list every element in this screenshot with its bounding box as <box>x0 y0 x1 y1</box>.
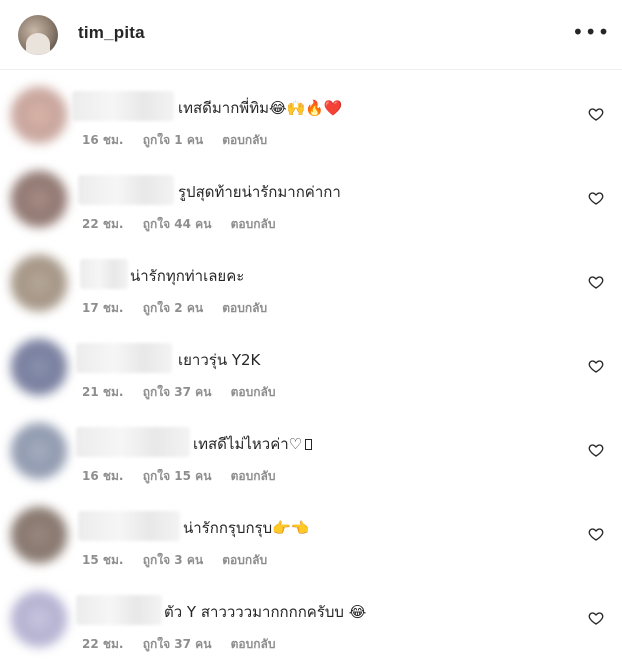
like-heart-icon[interactable] <box>588 442 604 458</box>
comment-likes[interactable]: ถูกใจ 15 คน <box>143 469 212 483</box>
comment-time[interactable]: 22 ชม. <box>82 217 124 231</box>
comment-likes[interactable]: ถูกใจ 3 คน <box>143 553 203 567</box>
commenter-avatar[interactable] <box>10 170 68 228</box>
comment-meta: 22 ชม. ถูกใจ 44 คน ตอบกลับ <box>82 215 290 234</box>
comment-text: ตัว Y สาววววมากกกกครับบ 😂 <box>164 600 366 624</box>
commenter-avatar[interactable] <box>10 506 68 564</box>
reply-button[interactable]: ตอบกลับ <box>222 301 267 315</box>
comment-time[interactable]: 21 ชม. <box>82 385 124 399</box>
comment-emojis: 😂 <box>348 603 367 621</box>
comment-body: เยาวรุ่น Y2K <box>178 351 261 369</box>
comment-text: น่ารักกรุบกรุบ👉👈 <box>183 516 310 540</box>
comment-meta: 22 ชม. ถูกใจ 37 คน ตอบกลับ <box>82 635 290 654</box>
commenter-avatar[interactable] <box>10 338 68 396</box>
comment-likes[interactable]: ถูกใจ 37 คน <box>143 637 212 651</box>
comment-time[interactable]: 15 ชม. <box>82 553 124 567</box>
comment-item: น่ารักกรุบกรุบ👉👈 15 ชม. ถูกใจ 3 คน ตอบกล… <box>0 500 622 583</box>
profile-username[interactable]: tim_pita <box>78 23 145 43</box>
commenter-avatar[interactable] <box>10 86 68 144</box>
reply-button[interactable]: ตอบกลับ <box>231 637 276 651</box>
comment-body: น่ารักทุกท่าเลยคะ <box>130 267 245 285</box>
commenter-avatar[interactable] <box>10 422 68 480</box>
comment-emojis: ♡ <box>288 435 303 453</box>
comment-item: เทสดีมากพี่ทิม😂🙌🔥❤️ 16 ชม. ถูกใจ 1 คน ตอ… <box>0 80 622 163</box>
like-heart-icon[interactable] <box>588 106 604 122</box>
like-heart-icon[interactable] <box>588 526 604 542</box>
comment-text: เยาวรุ่น Y2K <box>178 348 260 372</box>
comment-item: เยาวรุ่น Y2K 21 ชม. ถูกใจ 37 คน ตอบกลับ <box>0 332 622 415</box>
like-heart-icon[interactable] <box>588 358 604 374</box>
comment-time[interactable]: 22 ชม. <box>82 637 124 651</box>
comment-likes[interactable]: ถูกใจ 44 คน <box>143 217 212 231</box>
comment-body: น่ารักกรุบกรุบ <box>183 519 273 537</box>
comment-meta: 21 ชม. ถูกใจ 37 คน ตอบกลับ <box>82 383 290 402</box>
comment-meta: 17 ชม. ถูกใจ 2 คน ตอบกลับ <box>82 299 282 318</box>
comment-time[interactable]: 17 ชม. <box>82 301 124 315</box>
comment-emojis: 😂🙌🔥❤️ <box>268 99 343 117</box>
comment-text: เทสดีไม่ไหวค่า♡ <box>193 432 313 456</box>
missing-glyph-box <box>305 439 313 450</box>
comment-body: เทสดีไม่ไหวค่า <box>193 435 289 453</box>
commenter-username-blurred[interactable] <box>78 175 174 205</box>
comment-item: รูปสุดท้ายน่ารักมากค่ากา 22 ชม. ถูกใจ 44… <box>0 164 622 247</box>
comment-text: รูปสุดท้ายน่ารักมากค่ากา <box>178 180 341 204</box>
comment-item: ตัว Y สาววววมากกกกครับบ 😂 22 ชม. ถูกใจ 3… <box>0 584 622 667</box>
reply-button[interactable]: ตอบกลับ <box>231 469 276 483</box>
comment-item: น่ารักทุกท่าเลยคะ 17 ชม. ถูกใจ 2 คน ตอบก… <box>0 248 622 331</box>
post-header: tim_pita ••• <box>0 0 622 70</box>
commenter-username-blurred[interactable] <box>78 511 180 541</box>
comment-item: เทสดีไม่ไหวค่า♡ 16 ชม. ถูกใจ 15 คน ตอบกล… <box>0 416 622 499</box>
comment-body: เทสดีมากพี่ทิม <box>178 99 269 117</box>
comment-text: เทสดีมากพี่ทิม😂🙌🔥❤️ <box>178 96 343 120</box>
comment-text: น่ารักทุกท่าเลยคะ <box>130 264 244 288</box>
commenter-username-blurred[interactable] <box>76 427 190 457</box>
comment-body: รูปสุดท้ายน่ารักมากค่ากา <box>178 183 341 201</box>
commenter-avatar[interactable] <box>10 254 68 312</box>
commenter-username-blurred[interactable] <box>76 343 172 373</box>
comment-time[interactable]: 16 ชม. <box>82 133 124 147</box>
comment-body: ตัว Y สาววววมากกกกครับบ <box>164 603 344 621</box>
reply-button[interactable]: ตอบกลับ <box>231 385 276 399</box>
comment-likes[interactable]: ถูกใจ 1 คน <box>143 133 203 147</box>
like-heart-icon[interactable] <box>588 274 604 290</box>
commenter-username-blurred[interactable] <box>76 595 162 625</box>
comment-meta: 16 ชม. ถูกใจ 1 คน ตอบกลับ <box>82 131 282 150</box>
like-heart-icon[interactable] <box>588 190 604 206</box>
comment-likes[interactable]: ถูกใจ 37 คน <box>143 385 212 399</box>
reply-button[interactable]: ตอบกลับ <box>231 217 276 231</box>
commenter-avatar[interactable] <box>10 590 68 648</box>
profile-avatar[interactable] <box>18 15 58 55</box>
comment-likes[interactable]: ถูกใจ 2 คน <box>143 301 203 315</box>
comment-emojis: 👉👈 <box>272 519 310 537</box>
reply-button[interactable]: ตอบกลับ <box>222 553 267 567</box>
comment-meta: 15 ชม. ถูกใจ 3 คน ตอบกลับ <box>82 551 282 570</box>
more-options-icon[interactable]: ••• <box>572 22 609 46</box>
like-heart-icon[interactable] <box>588 610 604 626</box>
reply-button[interactable]: ตอบกลับ <box>222 133 267 147</box>
comment-time[interactable]: 16 ชม. <box>82 469 124 483</box>
commenter-username-blurred[interactable] <box>72 91 174 121</box>
comment-meta: 16 ชม. ถูกใจ 15 คน ตอบกลับ <box>82 467 290 486</box>
commenter-username-blurred[interactable] <box>80 259 128 289</box>
